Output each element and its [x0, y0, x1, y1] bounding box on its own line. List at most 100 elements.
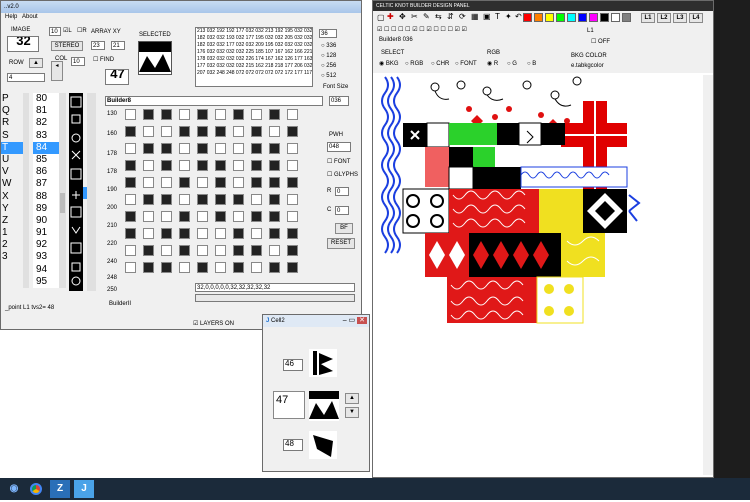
- knot-tile[interactable]: [197, 126, 208, 137]
- l2-button[interactable]: L2: [657, 13, 671, 23]
- knot-tile[interactable]: [125, 143, 136, 154]
- tool-move-icon[interactable]: ✥: [399, 12, 406, 21]
- knot-tile[interactable]: [251, 262, 262, 273]
- cell-row-47[interactable]: 47: [273, 391, 305, 419]
- knot-tile[interactable]: [233, 109, 244, 120]
- tile-grid[interactable]: [125, 109, 325, 295]
- knot-tile[interactable]: [287, 126, 298, 137]
- check-l[interactable]: ☑L: [63, 28, 72, 35]
- builder-select[interactable]: Builder8: [105, 96, 323, 106]
- number-item[interactable]: 88: [33, 191, 59, 203]
- knot-tile[interactable]: [287, 262, 298, 273]
- rgb-r-radio[interactable]: ◉ R: [487, 61, 498, 68]
- design-window-titlebar[interactable]: CELTIC KNOT BUILDER DESIGN PANEL: [373, 1, 713, 11]
- window-controls[interactable]: ‒ ▭ ✕: [343, 315, 367, 327]
- number-grid[interactable]: 213 032 192 192 177 032 032 213 192 195 …: [195, 27, 313, 87]
- array-y-field[interactable]: 21: [111, 41, 125, 50]
- knot-tile[interactable]: [125, 245, 136, 256]
- knot-tile[interactable]: [233, 160, 244, 171]
- knot-tile[interactable]: [269, 194, 280, 205]
- radio-512[interactable]: ○ 512: [321, 73, 336, 80]
- color-swatch[interactable]: [611, 13, 620, 22]
- knot-tile[interactable]: [233, 262, 244, 273]
- knot-tile[interactable]: [161, 245, 172, 256]
- knot-tile[interactable]: [269, 211, 280, 222]
- color-swatch[interactable]: [600, 13, 609, 22]
- color-swatch[interactable]: [567, 13, 576, 22]
- knot-tile[interactable]: [197, 177, 208, 188]
- knot-tile[interactable]: [251, 228, 262, 239]
- cell-row-48[interactable]: 48: [283, 439, 303, 451]
- knot-tile[interactable]: [143, 262, 154, 273]
- big-number-field[interactable]: 47: [105, 69, 129, 85]
- knot-tile[interactable]: [269, 262, 280, 273]
- color-swatch[interactable]: [534, 13, 543, 22]
- knot-tile[interactable]: [233, 194, 244, 205]
- knot-tile[interactable]: [197, 160, 208, 171]
- font-check[interactable]: ☐ FONT: [327, 159, 350, 166]
- knot-tile[interactable]: [125, 262, 136, 273]
- knot-tile[interactable]: [251, 160, 262, 171]
- knot-tile[interactable]: [287, 160, 298, 171]
- knot-tile[interactable]: [215, 245, 226, 256]
- layers-on-check[interactable]: ☑ LAYERS ON: [193, 321, 234, 328]
- sequence-scrollbar[interactable]: [195, 294, 355, 302]
- knot-tile[interactable]: [269, 177, 280, 188]
- knot-tile[interactable]: [125, 228, 136, 239]
- image-value[interactable]: 32: [7, 36, 39, 52]
- knot-tile[interactable]: [269, 160, 280, 171]
- l1-button[interactable]: L1: [641, 13, 655, 23]
- knot-tile[interactable]: [179, 194, 190, 205]
- radio-128[interactable]: ○ 128: [321, 53, 336, 60]
- rgb-b-radio[interactable]: ○ B: [527, 61, 536, 68]
- knot-tile[interactable]: [233, 126, 244, 137]
- cell-row-46[interactable]: 46: [283, 359, 303, 371]
- knot-tile[interactable]: [197, 228, 208, 239]
- number-item[interactable]: 81: [33, 105, 59, 117]
- knot-tile[interactable]: [179, 126, 190, 137]
- knot-tile[interactable]: [269, 245, 280, 256]
- tool-pencil-icon[interactable]: ✎: [423, 12, 430, 21]
- color-swatch[interactable]: [523, 13, 532, 22]
- knot-tile[interactable]: [125, 109, 136, 120]
- menu-help[interactable]: Help: [5, 14, 17, 20]
- knot-tile[interactable]: [143, 177, 154, 188]
- knot-tile[interactable]: [161, 143, 172, 154]
- knot-tile[interactable]: [197, 245, 208, 256]
- knot-tile[interactable]: [179, 160, 190, 171]
- knot-tile[interactable]: [215, 109, 226, 120]
- knot-tile[interactable]: [161, 211, 172, 222]
- color-swatch[interactable]: [578, 13, 587, 22]
- knot-tile[interactable]: [269, 126, 280, 137]
- stepper-buttons[interactable]: ◂: [51, 61, 63, 81]
- right-val-36[interactable]: 36: [319, 29, 337, 38]
- check-r[interactable]: ☐R: [77, 28, 87, 35]
- knot-tile[interactable]: [143, 228, 154, 239]
- knot-tile[interactable]: [161, 194, 172, 205]
- array-x-field[interactable]: 23: [91, 41, 105, 50]
- number-item[interactable]: 92: [33, 239, 59, 251]
- font-select[interactable]: 036: [329, 96, 349, 106]
- number-item[interactable]: 90: [33, 215, 59, 227]
- row-select[interactable]: 4: [7, 73, 45, 82]
- knot-tile[interactable]: [233, 245, 244, 256]
- tool-flip-icon[interactable]: ⇵: [447, 12, 454, 21]
- scroll-thumb[interactable]: [60, 193, 65, 213]
- tool-rotate-icon[interactable]: ⟳: [459, 12, 466, 21]
- knot-tile[interactable]: [179, 143, 190, 154]
- cell-down-button[interactable]: ▼: [345, 407, 359, 418]
- color-swatch[interactable]: [622, 13, 631, 22]
- knot-tile[interactable]: [233, 143, 244, 154]
- knot-tile[interactable]: [233, 228, 244, 239]
- knot-tile[interactable]: [251, 177, 262, 188]
- number-item[interactable]: 95: [33, 276, 59, 288]
- cell-up-button[interactable]: ▲: [345, 393, 359, 404]
- reset-button[interactable]: RESET: [327, 238, 355, 249]
- glyph-strip[interactable]: [69, 93, 83, 291]
- knot-tile[interactable]: [125, 211, 136, 222]
- letter-scrollbar[interactable]: [23, 93, 29, 288]
- select-chr-radio[interactable]: ○ CHR: [431, 61, 449, 68]
- chrome-icon[interactable]: [26, 480, 46, 498]
- knot-tile[interactable]: [197, 194, 208, 205]
- tool-text-icon[interactable]: T: [495, 12, 500, 21]
